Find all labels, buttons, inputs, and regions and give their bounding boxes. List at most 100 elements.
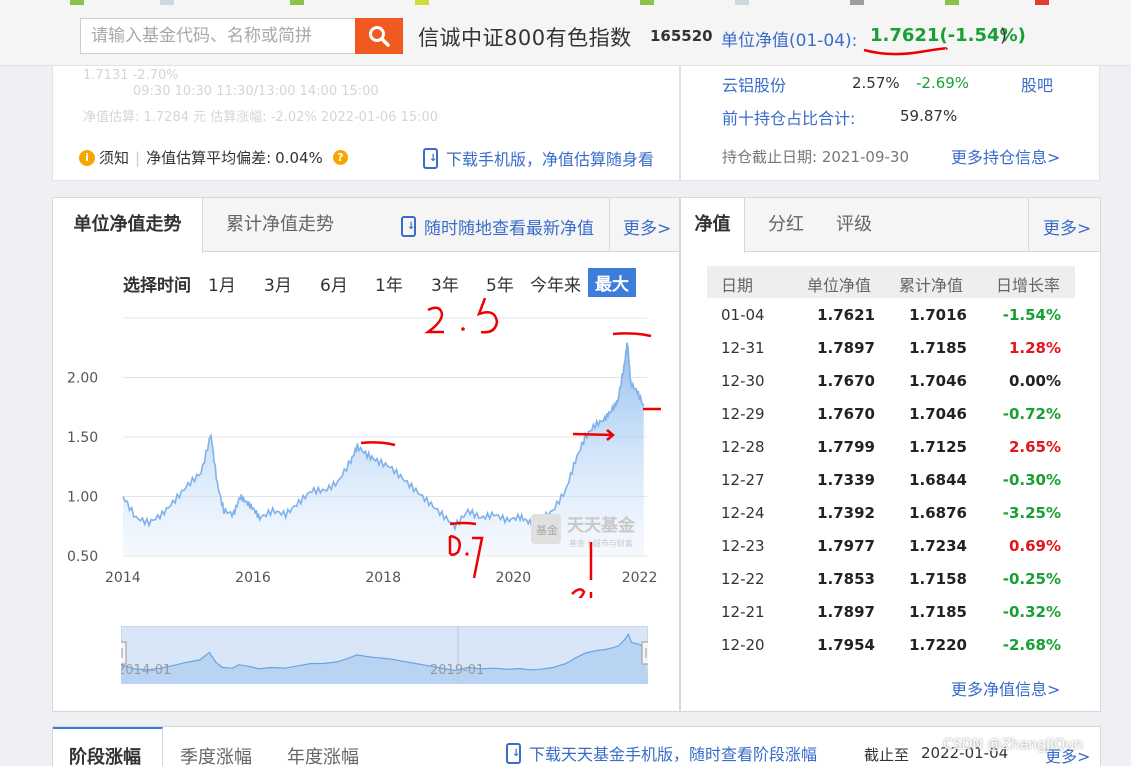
table-tabbar: 净值 分红 评级 更多> xyxy=(681,198,1100,253)
y-tick-label: 0.50 xyxy=(67,549,98,565)
tab-year-return[interactable]: 年度涨幅 xyxy=(287,743,359,766)
table-row: 12-21 1.7897 1.7185 -0.32% xyxy=(707,595,1075,628)
search-input[interactable] xyxy=(81,19,356,53)
nav-area-fill xyxy=(123,342,644,556)
tab-nav[interactable]: 净值 xyxy=(681,198,745,253)
period-return-panel: 阶段涨幅 季度涨幅 年度涨幅 ↓ 下载天天基金手机版，随时查看阶段涨幅 截止至 … xyxy=(52,726,1101,766)
svg-text:基金: 基金 xyxy=(536,523,558,537)
chart-more-link[interactable]: 更多> xyxy=(623,214,671,239)
phone-download-icon: ↓ xyxy=(506,742,521,764)
table-row: 12-23 1.7977 1.7234 0.69% xyxy=(707,529,1075,562)
nav-table-header: 日期 单位净值 累计净值 日增长率 xyxy=(707,266,1075,298)
col-acc-nav: 累计净值 xyxy=(899,276,964,295)
nav-close-paren: ) xyxy=(1000,25,1008,46)
divider xyxy=(1028,198,1029,252)
y-tick-label: 1.00 xyxy=(67,490,98,506)
table-row: 12-27 1.7339 1.6844 -0.30% xyxy=(707,463,1075,496)
top10-value: 59.87% xyxy=(900,107,958,125)
time-ytd-button[interactable]: 今年来 xyxy=(530,271,581,296)
mobile-nav-link[interactable]: ↓ 随时随地查看最新净值 xyxy=(401,214,594,239)
holding-stock-name[interactable]: 云铝股份 xyxy=(722,72,786,96)
cell-acc-nav: 1.7185 xyxy=(909,603,967,621)
x-tick-label: 2016 xyxy=(235,570,271,586)
cell-unit-nav: 1.7897 xyxy=(817,603,875,621)
time-3y-button[interactable]: 3年 xyxy=(431,271,459,296)
holding-stock-weight: 2.57% xyxy=(852,74,900,92)
cell-date: 12-20 xyxy=(721,636,765,654)
tab-quarter-return[interactable]: 季度涨幅 xyxy=(180,743,252,766)
table-more-link[interactable]: 更多> xyxy=(1043,214,1091,239)
table-row: 12-24 1.7392 1.6876 -3.25% xyxy=(707,496,1075,529)
cell-acc-nav: 1.7046 xyxy=(909,405,967,423)
cell-unit-nav: 1.7853 xyxy=(817,570,875,588)
cell-daily-change: -0.25% xyxy=(1002,570,1061,588)
cell-unit-nav: 1.7954 xyxy=(817,636,875,654)
more-nav-info-link[interactable]: 更多净值信息> xyxy=(951,676,1060,700)
estimate-panel: 1.7131 -2.70% 09:30 10:30 11:30/13:00 14… xyxy=(52,66,680,181)
cell-daily-change: -0.30% xyxy=(1002,471,1061,489)
time-1m-button[interactable]: 1月 xyxy=(208,271,236,296)
y-tick-label: 2.00 xyxy=(67,371,98,387)
watermark-sub: 基金 | 超市与财富 xyxy=(569,538,633,548)
nav-chart-panel: 单位净值走势 累计净值走势 ↓ 随时随地查看最新净值 更多> 选择时间 1月 3… xyxy=(52,197,680,712)
time-select-label: 选择时间 xyxy=(123,276,191,296)
cell-acc-nav: 1.7220 xyxy=(909,636,967,654)
search-button[interactable] xyxy=(355,18,403,54)
holding-stock-bar-link[interactable]: 股吧 xyxy=(1021,72,1053,96)
cell-daily-change: -0.72% xyxy=(1002,405,1061,423)
cell-acc-nav: 1.7046 xyxy=(909,372,967,390)
estimate-faded-line2: 净值估算: 1.7284 元 估算涨幅: -2.02% 2022-01-06 1… xyxy=(83,110,439,125)
tab-rating[interactable]: 评级 xyxy=(836,198,872,252)
cell-date: 12-23 xyxy=(721,537,765,555)
tab-dividend[interactable]: 分红 xyxy=(768,198,804,252)
tab-period-return[interactable]: 阶段涨幅 xyxy=(69,743,141,766)
time-3m-button[interactable]: 3月 xyxy=(264,271,292,296)
download-mobile-link[interactable]: ↓ 下载手机版，净值估算随身看 xyxy=(423,146,654,170)
search-box xyxy=(80,18,356,54)
notice-link[interactable]: 须知 xyxy=(99,147,129,168)
bottom-download-link[interactable]: ↓ 下载天天基金手机版，随时查看阶段涨幅 xyxy=(506,741,817,765)
col-unit-nav: 单位净值 xyxy=(807,276,872,295)
cell-daily-change: -1.54% xyxy=(1002,306,1061,324)
time-1y-button[interactable]: 1年 xyxy=(375,271,403,296)
navigator-right-handle[interactable] xyxy=(641,641,648,665)
table-row: 12-20 1.7954 1.7220 -2.68% xyxy=(707,628,1075,661)
cell-unit-nav: 1.7799 xyxy=(817,438,875,456)
cell-daily-change: -2.68% xyxy=(1002,636,1061,654)
cell-acc-nav: 1.6844 xyxy=(909,471,967,489)
help-icon[interactable]: ? xyxy=(332,150,348,165)
cell-unit-nav: 1.7670 xyxy=(817,405,875,423)
table-row: 12-22 1.7853 1.7158 -0.25% xyxy=(707,562,1075,595)
cell-acc-nav: 1.7016 xyxy=(909,306,967,324)
top-color-strip xyxy=(0,0,1131,6)
y-tick-label: 1.50 xyxy=(67,430,98,446)
col-date: 日期 xyxy=(721,276,754,295)
estimate-faded-line1: 1.7131 -2.70% xyxy=(83,68,179,83)
chart-range-navigator[interactable]: 2014-01 2019-01 xyxy=(121,626,648,684)
cell-acc-nav: 1.7234 xyxy=(909,537,967,555)
deviation-value: 0.04% xyxy=(275,148,323,167)
info-icon: i xyxy=(79,149,95,166)
cell-acc-nav: 1.7185 xyxy=(909,339,967,357)
table-row: 12-31 1.7897 1.7185 1.28% xyxy=(707,331,1075,364)
time-max-button[interactable]: 最大 xyxy=(588,268,636,297)
tab-acc-nav[interactable]: 累计净值走势 xyxy=(205,198,355,252)
time-6m-button[interactable]: 6月 xyxy=(320,271,348,296)
cell-acc-nav: 1.6876 xyxy=(909,504,967,522)
cell-date: 01-04 xyxy=(721,306,765,324)
cell-date: 12-22 xyxy=(721,570,765,588)
time-5y-button[interactable]: 5年 xyxy=(486,271,514,296)
tab-unit-nav[interactable]: 单位净值走势 xyxy=(53,198,203,253)
divider: | xyxy=(135,148,141,167)
cell-date: 12-27 xyxy=(721,471,765,489)
phone-download-icon: ↓ xyxy=(401,216,416,237)
top-search-bar: 信诚中证800有色指数 165520 单位净值(01-04): 1.7621(-… xyxy=(0,0,1131,66)
cell-unit-nav: 1.7670 xyxy=(817,372,875,390)
as-of-label: 截止至 xyxy=(864,746,910,764)
nav-table-panel: 净值 分红 评级 更多> 日期 单位净值 累计净值 日增长率 01-04 1.76… xyxy=(680,197,1101,712)
cell-date: 12-28 xyxy=(721,438,765,456)
table-row: 12-29 1.7670 1.7046 -0.72% xyxy=(707,397,1075,430)
phone-download-icon: ↓ xyxy=(423,147,438,169)
col-daily-change: 日增长率 xyxy=(996,276,1061,295)
more-holdings-link[interactable]: 更多持仓信息> xyxy=(951,144,1060,168)
